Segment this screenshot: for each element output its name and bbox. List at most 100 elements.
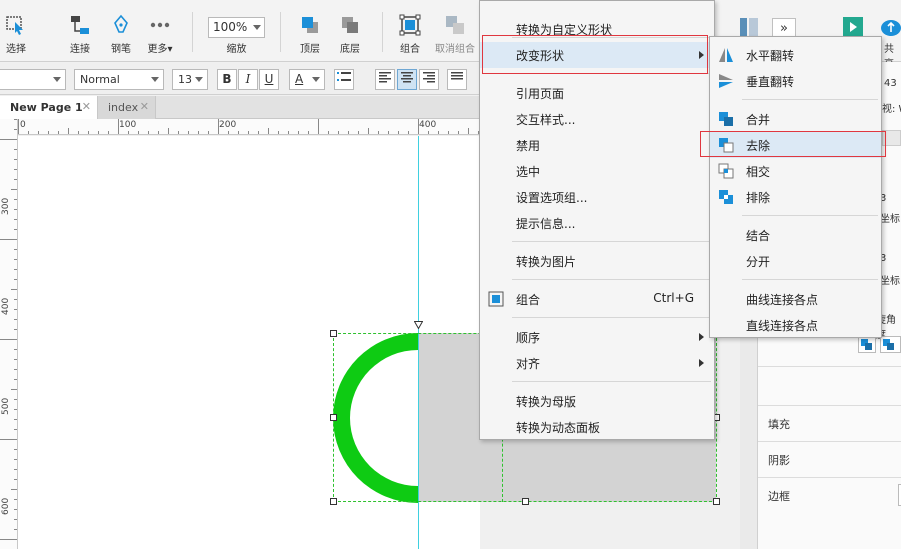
- menu-item-selected[interactable]: 选中: [480, 158, 714, 184]
- bold-button[interactable]: B: [217, 69, 237, 90]
- close-icon[interactable]: ✕: [140, 100, 149, 113]
- font-family-select[interactable]: [0, 69, 66, 90]
- menu-item-reference-page[interactable]: 引用页面: [480, 80, 714, 106]
- ruler-label: 0: [20, 120, 26, 130]
- chevron-down-icon: [253, 25, 261, 30]
- bullet-list-button[interactable]: [334, 69, 354, 90]
- menu-item-group[interactable]: 组合 Ctrl+G: [480, 286, 714, 312]
- horizontal-ruler: 0 100 200 400: [18, 119, 480, 135]
- rotate-handle-icon[interactable]: [414, 321, 423, 329]
- more-tools-label: 更多▾: [147, 44, 173, 55]
- menu-item-order[interactable]: 顺序: [480, 324, 714, 350]
- menu-item-tooltip[interactable]: 提示信息...: [480, 210, 714, 236]
- select-tool-label: 选择: [6, 44, 26, 55]
- border-row[interactable]: 边框: [758, 477, 901, 549]
- align-left-button[interactable]: [375, 69, 395, 90]
- submenu-item-combine[interactable]: 结合: [710, 222, 881, 248]
- exclude-icon: [719, 190, 733, 204]
- align-justify-icon: [451, 72, 463, 80]
- intersect-icon: [718, 163, 734, 179]
- resize-handle[interactable]: [522, 498, 529, 505]
- border-label: 边框: [768, 490, 790, 503]
- font-color-icon: A: [295, 72, 304, 86]
- menu-separator: [512, 241, 711, 242]
- menu-item-align[interactable]: 对齐: [480, 350, 714, 376]
- zoom-select[interactable]: 100%: [208, 17, 265, 38]
- shadow-row[interactable]: 阴影: [758, 441, 901, 477]
- submenu-item-curve-connect[interactable]: 曲线连接各点: [710, 286, 881, 312]
- send-to-bottom-button[interactable]: 底层: [326, 10, 374, 58]
- flip-button[interactable]: [858, 336, 876, 353]
- page-tabs: New Page 1 ✕ index ✕: [0, 96, 480, 119]
- submenu-item-flip-vertical[interactable]: 垂直翻转: [710, 68, 881, 94]
- menu-separator: [512, 279, 711, 280]
- highlight-box: [700, 131, 886, 157]
- font-size-value: 13: [178, 73, 192, 86]
- pen-icon: [114, 14, 128, 33]
- fill-label: 填充: [768, 418, 790, 431]
- resize-handle[interactable]: [330, 330, 337, 337]
- close-icon[interactable]: ✕: [82, 100, 91, 113]
- ruler-label: 200: [219, 120, 237, 130]
- ruler-ticks: [18, 119, 479, 134]
- group-icon: [399, 14, 421, 36]
- resize-handle[interactable]: [330, 414, 337, 421]
- italic-button[interactable]: I: [238, 69, 258, 90]
- menu-item-set-option-group[interactable]: 设置选项组...: [480, 184, 714, 210]
- connector-icon: [71, 16, 89, 34]
- submenu-item-union[interactable]: 合并: [710, 106, 881, 132]
- flip-button[interactable]: [880, 336, 901, 353]
- share-cloud-icon[interactable]: [880, 16, 901, 38]
- ungroup-icon: [446, 16, 464, 34]
- union-icon: [719, 112, 733, 126]
- align-right-button[interactable]: [419, 69, 439, 90]
- toolbar-divider: [192, 12, 193, 52]
- underline-button[interactable]: U: [259, 69, 279, 90]
- ungroup-button[interactable]: 取消组合: [431, 10, 479, 58]
- zoom-label: 缩放: [226, 44, 247, 55]
- highlight-box: [482, 35, 708, 74]
- partial-text: 坐标: [880, 214, 900, 225]
- menu-item-disable[interactable]: 禁用: [480, 132, 714, 158]
- more-tools-button[interactable]: 更多▾: [136, 10, 184, 58]
- submenu-arrow-icon: [699, 359, 704, 367]
- partial-text: 坐标: [880, 276, 900, 287]
- submenu-item-split[interactable]: 分开: [710, 248, 881, 274]
- resize-handle[interactable]: [330, 498, 337, 505]
- flip-vertical-icon: [719, 74, 733, 88]
- submenu-item-flip-horizontal[interactable]: 水平翻转: [710, 42, 881, 68]
- combine-shape-icon: [883, 339, 894, 350]
- text-style-select[interactable]: Normal: [74, 69, 164, 90]
- align-justify-button[interactable]: [447, 69, 467, 90]
- chevron-down-icon: [151, 77, 159, 82]
- resize-handle[interactable]: [713, 498, 720, 505]
- menu-separator: [512, 381, 711, 382]
- font-color-button[interactable]: A: [289, 69, 325, 90]
- bullet-list-icon: [337, 72, 351, 81]
- font-size-select[interactable]: 13: [172, 69, 208, 90]
- menu-item-convert-to-master[interactable]: 转换为母版: [480, 388, 714, 414]
- preview-icon[interactable]: [843, 16, 863, 38]
- menu-item-convert-to-dynamic-panel[interactable]: 转换为动态面板: [480, 414, 714, 440]
- submenu-item-intersect[interactable]: 相交: [710, 158, 881, 184]
- menu-item-convert-to-image[interactable]: 转换为图片: [480, 248, 714, 274]
- panel-divider: [758, 366, 901, 406]
- submenu-arrow-icon: [699, 333, 704, 341]
- tab-new-page-1[interactable]: New Page 1 ✕: [0, 96, 98, 119]
- select-tool-button[interactable]: 选择: [0, 10, 40, 58]
- align-left-icon: [379, 72, 391, 83]
- tab-index[interactable]: index ✕: [98, 96, 156, 119]
- align-center-button[interactable]: [397, 69, 417, 90]
- align-right-icon: [423, 72, 435, 83]
- partial-text: 视: W: [882, 104, 901, 115]
- text-style-value: Normal: [80, 73, 120, 86]
- tab-label: New Page 1: [10, 101, 83, 114]
- submenu-item-straight-connect[interactable]: 直线连接各点: [710, 312, 881, 338]
- ruler-label: 500: [1, 397, 11, 415]
- fill-row[interactable]: 填充: [758, 405, 901, 441]
- menu-item-interaction-styles[interactable]: 交互样式...: [480, 106, 714, 132]
- vertical-ruler: 300 400 500 600: [0, 119, 18, 549]
- submenu-item-exclude[interactable]: 排除: [710, 184, 881, 210]
- tab-label: index: [108, 101, 139, 114]
- shortcut-text: Ctrl+G: [653, 291, 694, 305]
